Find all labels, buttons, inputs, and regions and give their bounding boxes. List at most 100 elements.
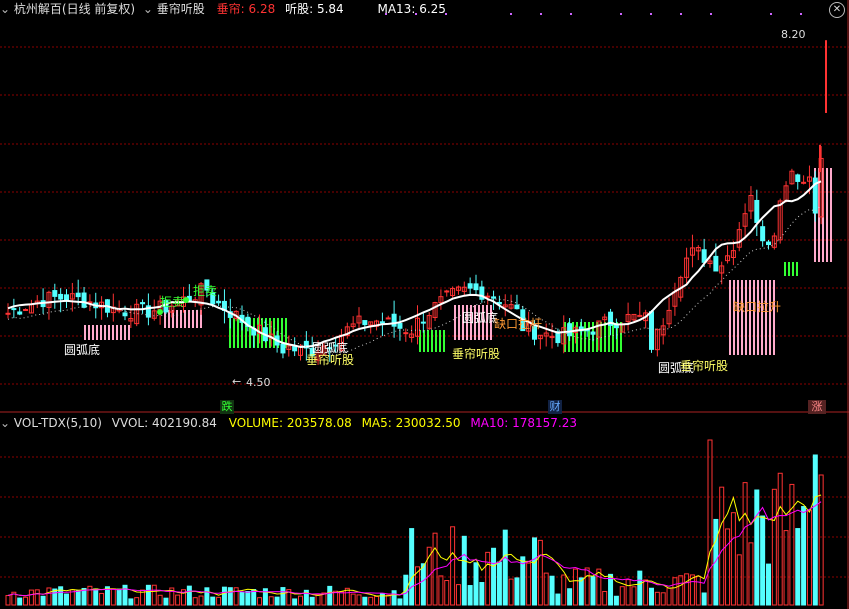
- volume-bar: [338, 591, 344, 606]
- candle-body: [590, 331, 596, 335]
- top-dot: [540, 13, 542, 15]
- candle-body: [473, 283, 479, 291]
- volume-bar: [292, 598, 298, 606]
- volume-bar: [245, 591, 251, 606]
- volume-bar: [532, 537, 537, 606]
- volume-bar: [596, 568, 602, 606]
- volume-bar: [239, 591, 245, 606]
- candle-body: [11, 308, 17, 311]
- volume-bar: [543, 572, 549, 606]
- volume-bar: [227, 587, 233, 606]
- volume-bar: [771, 488, 777, 606]
- grid-lines: [0, 0, 849, 609]
- volume-bar: [491, 547, 497, 606]
- candle-body: [385, 317, 391, 320]
- volume-bar: [783, 530, 789, 606]
- signal-label: 拒卖: [160, 295, 184, 309]
- volume-bar: [450, 526, 456, 606]
- volume-bar: [110, 588, 116, 606]
- low-arrow-icon: ←: [232, 375, 242, 388]
- volume-bar: [572, 568, 578, 606]
- candle-body: [766, 241, 771, 246]
- volume-bar: [643, 579, 649, 606]
- candle-body: [216, 300, 222, 304]
- candle-body: [795, 174, 801, 182]
- volume-bar: [567, 588, 573, 606]
- volume-bar: [75, 590, 81, 606]
- top-dot: [710, 13, 712, 15]
- volume-bar: [631, 586, 637, 606]
- volume-bar: [438, 575, 444, 606]
- candle-body: [75, 292, 81, 298]
- volume-bar: [46, 587, 52, 606]
- top-dot: [385, 13, 387, 15]
- high-price-marker: 8.20: [781, 28, 806, 41]
- low-price-marker: 4.50: [246, 376, 271, 389]
- volume-bar: [192, 597, 198, 606]
- zhang-marker[interactable]: 涨: [808, 400, 826, 414]
- die-marker[interactable]: 跌: [220, 400, 234, 414]
- volume-bar: [467, 585, 473, 606]
- volume-bar: [725, 528, 731, 606]
- volume-bar: [163, 597, 169, 606]
- volume-bar: [362, 596, 368, 606]
- top-dot: [800, 13, 802, 15]
- candle-body: [140, 302, 146, 305]
- candle-body: [491, 296, 497, 299]
- cai-marker[interactable]: 财: [548, 400, 562, 414]
- volume-bar: [134, 597, 140, 606]
- volume-bar: [777, 472, 783, 606]
- candle-body: [81, 292, 87, 308]
- volume-bar: [695, 575, 701, 606]
- volume-bar: [233, 587, 239, 606]
- volume-bar: [684, 573, 690, 606]
- ma10-value: 178157.23: [512, 416, 577, 430]
- volume-bar: [64, 593, 69, 606]
- volume-value: 203578.08: [286, 416, 352, 430]
- top-dot: [570, 13, 572, 15]
- volume-bar: [34, 589, 40, 606]
- volume-bar: [87, 585, 93, 606]
- signal-label: 垂帘听股: [452, 346, 500, 361]
- volume-bar: [806, 509, 812, 606]
- top-dot: [620, 13, 622, 15]
- candle-body: [754, 199, 760, 223]
- volume-bar: [99, 592, 105, 606]
- volume-bar: [17, 597, 23, 606]
- candle-body: [420, 321, 426, 324]
- chevron-down-icon[interactable]: ⌄: [0, 416, 10, 430]
- candle-body: [485, 295, 491, 298]
- volume-bar: [502, 529, 508, 606]
- candle-body: [362, 320, 368, 326]
- volume-bar: [221, 586, 227, 606]
- signal-labels: 圆弧底拒卖拒卖圆弧底垂帘听股圆弧底垂帘听股缺口拉杆圆弧底垂帘听股缺口拉升: [64, 13, 802, 375]
- volume-bar: [701, 592, 707, 606]
- signal-dot: [183, 297, 189, 303]
- volume-bar: [268, 596, 274, 606]
- volume-bar: [625, 579, 631, 606]
- volume-bar: [368, 596, 374, 606]
- volume-bar: [736, 554, 742, 606]
- volume-lines: [7, 494, 822, 597]
- volume-bar: [555, 593, 561, 606]
- volume-bar: [116, 588, 122, 606]
- volume-bar: [549, 575, 555, 606]
- volume-bar: [537, 539, 543, 606]
- volume-bar: [795, 528, 801, 606]
- vol-indicator-name: VOL-TDX(5,10): [13, 416, 102, 430]
- volume-bar: [333, 590, 339, 606]
- candle-body: [713, 255, 719, 272]
- volume-bar: [315, 594, 321, 606]
- chart-window: ⌄ 杭州解百(日线 前复权) ⌄ 垂帘听股 垂帘: 6.28 听股: 5.84 …: [0, 0, 849, 609]
- volume-bar: [40, 595, 46, 606]
- volume-bar: [649, 587, 654, 606]
- volume-bar: [561, 574, 567, 606]
- volume-bar: [508, 578, 514, 606]
- top-dot: [445, 13, 447, 15]
- candle-body: [397, 322, 403, 329]
- candle-body: [467, 283, 473, 289]
- top-dot: [650, 13, 652, 15]
- candle-body: [379, 321, 385, 324]
- volume-bar: [526, 562, 532, 606]
- volume-bar: [186, 585, 192, 606]
